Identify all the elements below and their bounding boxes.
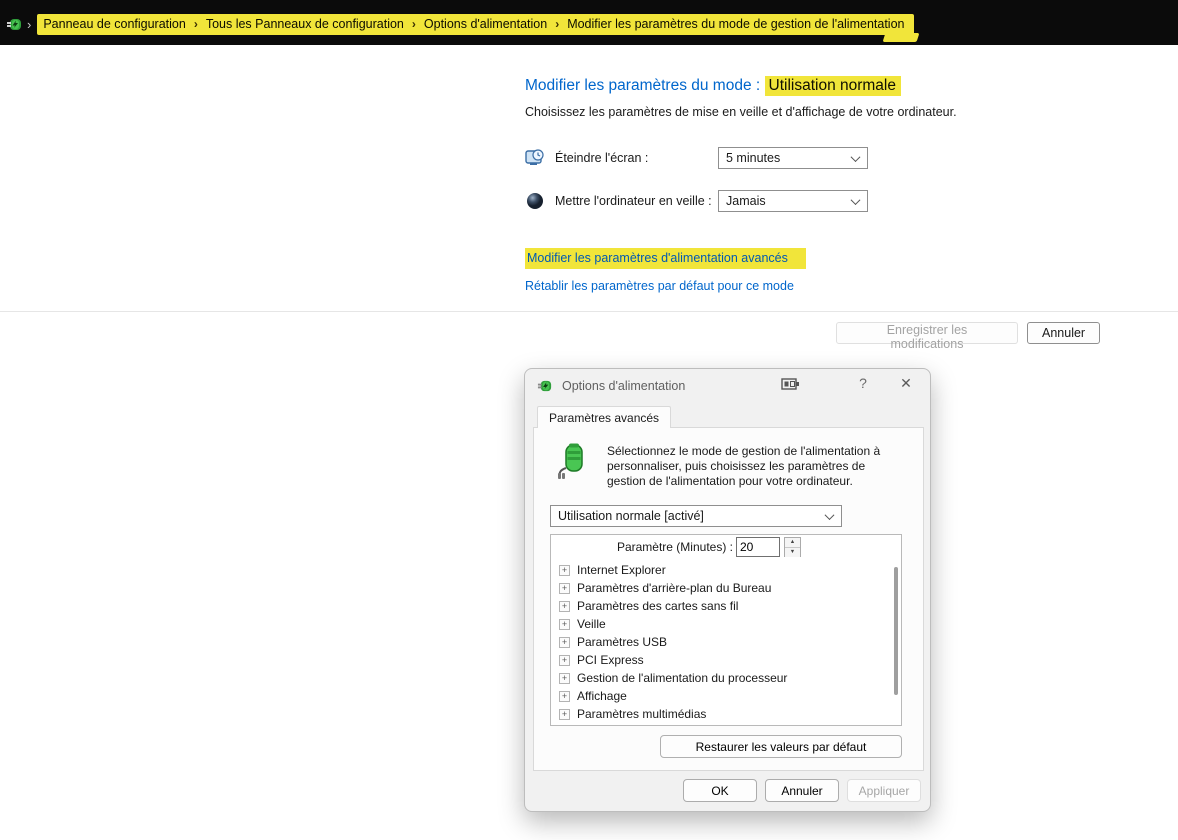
sleep-moon-icon (525, 191, 545, 211)
dialog-description-block: Sélectionnez le mode de gestion de l'ali… (556, 442, 907, 489)
dialog-title: Options d'alimentation (562, 379, 685, 393)
dialog-cancel-button[interactable]: Annuler (765, 779, 839, 802)
power-options-icon (6, 16, 23, 33)
chevron-down-icon (851, 195, 861, 205)
expand-plus-icon[interactable]: + (559, 583, 570, 594)
ok-button[interactable]: OK (683, 779, 757, 802)
expand-plus-icon[interactable]: + (559, 619, 570, 630)
expand-plus-icon[interactable]: + (559, 709, 570, 720)
expand-plus-icon[interactable]: + (559, 637, 570, 648)
chevron-down-icon (825, 510, 835, 520)
expand-plus-icon[interactable]: + (559, 673, 570, 684)
listbox-scrollbar[interactable] (894, 567, 898, 695)
breadcrumb-item-control-panel[interactable]: Panneau de configuration (43, 17, 185, 31)
plan-select[interactable]: Utilisation normale [activé] (550, 505, 842, 527)
breadcrumb-item-all-panels[interactable]: Tous les Panneaux de configuration (206, 17, 404, 31)
setting-minutes-input[interactable] (736, 537, 780, 557)
advanced-power-settings-link[interactable]: Modifier les paramètres d'alimentation a… (525, 248, 806, 269)
sleep-label: Mettre l'ordinateur en veille : (555, 194, 718, 208)
chevron-down-icon (851, 152, 861, 162)
nav-chevron: › (27, 17, 31, 32)
tree-item-label: Affichage (577, 689, 627, 703)
tab-advanced-settings[interactable]: Paramètres avancés (537, 406, 671, 428)
tree-item-label: Veille (577, 617, 606, 631)
settings-listbox: Paramètre (Minutes) : ▲ ▼ + Internet Exp… (550, 534, 902, 726)
expand-plus-icon[interactable]: + (559, 565, 570, 576)
page-divider (0, 311, 1178, 312)
page-title-text: Modifier les paramètres du mode (525, 77, 752, 94)
tree-item-processor-power[interactable]: + Gestion de l'alimentation du processeu… (551, 669, 901, 687)
stepper-down-icon[interactable]: ▼ (785, 547, 800, 557)
page-title-separator: : (752, 77, 765, 94)
sleep-select[interactable]: Jamais (718, 190, 868, 212)
breadcrumb-bar: › Panneau de configuration › Tous les Pa… (0, 0, 1178, 45)
dialog-footer: OK Annuler Appliquer (525, 779, 930, 802)
tree-item-sleep[interactable]: + Veille (551, 615, 901, 633)
apply-button[interactable]: Appliquer (847, 779, 921, 802)
advanced-settings-tabpage: Sélectionnez le mode de gestion de l'ali… (533, 427, 924, 771)
dialog-titlebar[interactable]: Options d'alimentation ? ✕ (525, 369, 930, 402)
tree-item-usb-settings[interactable]: + Paramètres USB (551, 633, 901, 651)
turn-off-display-value: 5 minutes (726, 151, 780, 165)
page-title: Modifier les paramètres du mode : Utilis… (525, 77, 901, 95)
turn-off-display-row: Éteindre l'écran : 5 minutes (525, 147, 868, 169)
battery-indicator-icon (781, 378, 801, 391)
turn-off-display-select[interactable]: 5 minutes (718, 147, 868, 169)
tree-item-multimedia-settings[interactable]: + Paramètres multimédias (551, 705, 901, 723)
tree-item-internet-explorer[interactable]: + Internet Explorer (551, 561, 901, 579)
save-changes-button[interactable]: Enregistrer les modifications (836, 322, 1018, 344)
dialog-description: Sélectionnez le mode de gestion de l'ali… (607, 444, 907, 489)
tree-item-label: Gestion de l'alimentation du processeur (577, 671, 787, 685)
battery-plug-icon (556, 442, 590, 480)
breadcrumb-separator: › (412, 17, 416, 31)
setting-editor-row: Paramètre (Minutes) : ▲ ▼ (551, 535, 901, 558)
cancel-button[interactable]: Annuler (1027, 322, 1100, 344)
turn-off-display-label: Éteindre l'écran : (555, 151, 718, 165)
breadcrumb-separator: › (555, 17, 559, 31)
plan-combo: Utilisation normale [activé] (550, 505, 842, 527)
highlighter-tail (883, 33, 920, 42)
breadcrumb-highlight: Panneau de configuration › Tous les Pann… (37, 14, 914, 35)
expand-plus-icon[interactable]: + (559, 601, 570, 612)
power-options-icon (537, 378, 553, 394)
sleep-row: Mettre l'ordinateur en veille : Jamais (525, 190, 868, 212)
plan-select-value: Utilisation normale [activé] (558, 509, 704, 523)
close-icon[interactable]: ✕ (893, 375, 919, 392)
settings-tree: + Internet Explorer + Paramètres d'arriè… (551, 561, 901, 723)
power-options-dialog: Options d'alimentation ? ✕ Paramètres av… (524, 368, 931, 812)
tree-item-label: Internet Explorer (577, 563, 666, 577)
tree-item-label: Paramètres USB (577, 635, 667, 649)
current-plan-name: Utilisation normale (765, 76, 902, 96)
tree-item-pci-express[interactable]: + PCI Express (551, 651, 901, 669)
setting-editor-label: Paramètre (Minutes) : (551, 540, 733, 554)
stepper-up-icon[interactable]: ▲ (785, 538, 800, 547)
help-button[interactable]: ? (852, 375, 874, 391)
expand-plus-icon[interactable]: + (559, 691, 570, 702)
expand-plus-icon[interactable]: + (559, 655, 570, 666)
restore-defaults-link[interactable]: Rétablir les paramètres par défaut pour … (525, 279, 794, 293)
screen-clock-icon (525, 148, 545, 168)
breadcrumb-separator: › (194, 17, 198, 31)
tree-item-wireless-adapters[interactable]: + Paramètres des cartes sans fil (551, 597, 901, 615)
breadcrumb-item-power-options[interactable]: Options d'alimentation (424, 17, 547, 31)
tree-item-desktop-background[interactable]: + Paramètres d'arrière-plan du Bureau (551, 579, 901, 597)
minutes-stepper: ▲ ▼ (784, 537, 801, 557)
tree-item-label: Paramètres d'arrière-plan du Bureau (577, 581, 771, 595)
restore-defaults-button[interactable]: Restaurer les valeurs par défaut (660, 735, 902, 758)
breadcrumb-item-edit-plan[interactable]: Modifier les paramètres du mode de gesti… (567, 17, 904, 31)
tree-item-display[interactable]: + Affichage (551, 687, 901, 705)
page-actions: Enregistrer les modifications Annuler (836, 322, 1100, 344)
tree-item-label: Paramètres des cartes sans fil (577, 599, 738, 613)
page-subtitle: Choisissez les paramètres de mise en vei… (525, 105, 957, 119)
sleep-value: Jamais (726, 194, 766, 208)
tree-item-label: Paramètres multimédias (577, 707, 706, 721)
tree-item-label: PCI Express (577, 653, 644, 667)
